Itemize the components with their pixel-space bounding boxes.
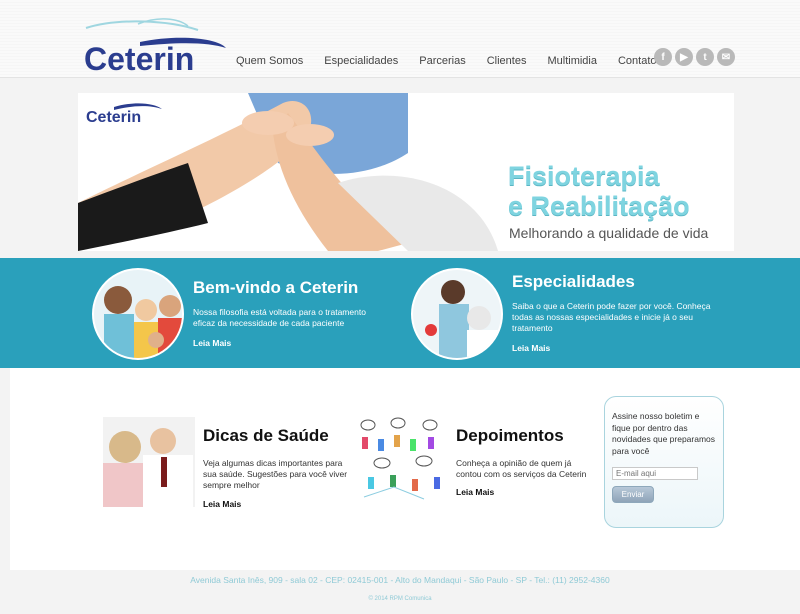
nav-parcerias[interactable]: Parcerias [419,55,465,67]
nav-contato[interactable]: Contato [618,55,657,67]
testimonials-text: Conheça a opinião de quem já contou com … [456,458,587,479]
welcome-image [92,268,184,360]
testimonials-title: Depoimentos [456,426,564,445]
nav-multimidia[interactable]: Multimidia [547,55,597,67]
tips-title: Dicas de Saúde [203,426,329,445]
specialties-title: Especialidades [512,272,635,291]
therapy-photo [413,270,501,358]
testimonials-image [354,417,446,507]
welcome-text: Nossa filosofia está voltada para o trat… [193,307,366,328]
newsletter-box: Assine nosso boletim e fique por dentro … [604,396,724,528]
banner-subtitle: Melhorando a qualidade de vida [509,225,709,241]
banner-logo: Ceterin [86,103,162,125]
specialties-read-more-link[interactable]: Leia Mais [512,343,550,353]
tips-image [103,417,195,507]
family-photo [94,270,182,358]
welcome-title: Bem-vindo a Ceterin [193,278,359,297]
feature-band: Bem-vindo a Ceterin Nossa filosofia está… [0,258,800,368]
main-nav: Quem Somos Especialidades Parcerias Clie… [236,55,678,67]
logo-text: Ceterin [84,41,194,76]
people-network-illustration [354,417,446,507]
testimonials-read-more-link[interactable]: Leia Mais [456,487,494,497]
banner-logo-text: Ceterin [86,109,141,125]
tips-read-more-link[interactable]: Leia Mais [203,499,241,509]
hero-banner: Ceterin Fisioterapia e Reabilitação Melh… [78,93,734,251]
tips-text: Veja algumas dicas importantes para sua … [203,458,348,490]
nav-quem-somos[interactable]: Quem Somos [236,55,303,67]
newsletter-submit-button[interactable]: Enviar [612,486,654,503]
footer-address: Avenida Santa Inês, 909 - sala 02 - CEP:… [190,575,610,585]
ceterin-logo[interactable]: Ceterin [78,16,228,76]
specialties-image [411,268,503,360]
nav-clientes[interactable]: Clientes [487,55,527,67]
banner-title: Fisioterapia e Reabilitação [508,161,728,221]
social-links: f ▶ t ✉ [654,48,735,66]
site-header: Ceterin Quem Somos Especialidades Parcer… [0,0,800,78]
facebook-icon[interactable]: f [654,48,672,66]
youtube-icon[interactable]: ▶ [675,48,693,66]
doctor-photo [103,417,195,507]
newsletter-email-input[interactable] [612,467,698,480]
specialties-text: Saiba o que a Ceterin pode fazer por voc… [512,301,711,333]
footer-copyright: © 2014 RPM Comunica [368,596,432,602]
banner-title-line1: Fisioterapia [508,161,660,191]
newsletter-text: Assine nosso boletim e fique por dentro … [612,411,716,456]
twitter-icon[interactable]: t [696,48,714,66]
welcome-read-more-link[interactable]: Leia Mais [193,338,231,348]
nav-especialidades[interactable]: Especialidades [324,55,398,67]
email-icon[interactable]: ✉ [717,48,735,66]
banner-title-line2: e Reabilitação [508,191,690,221]
